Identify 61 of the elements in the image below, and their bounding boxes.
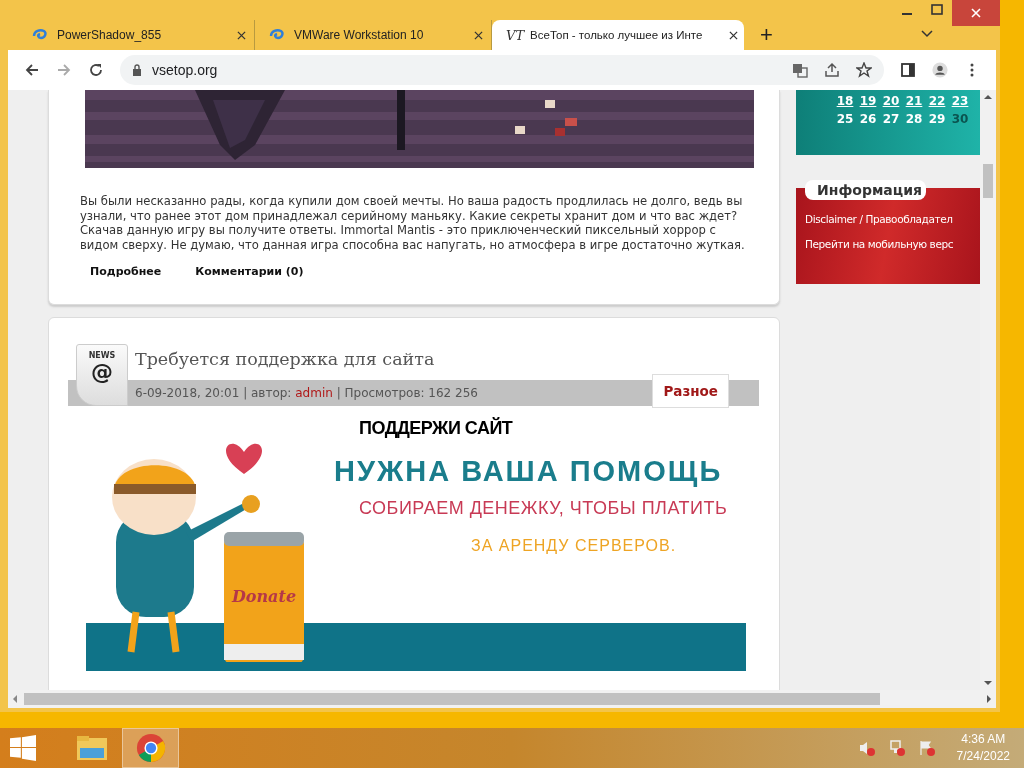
close-icon[interactable] xyxy=(729,30,738,40)
site-logo: VT xyxy=(506,27,525,43)
banner-text: ПОДДЕРЖИ САЙТ xyxy=(359,418,513,439)
new-tab-button[interactable]: + xyxy=(756,22,777,48)
windows-logo-icon[interactable] xyxy=(10,735,36,761)
banner-text: СОБИРАЕМ ДЕНЕЖКУ, ЧТОБЫ ПЛАТИТЬ xyxy=(359,498,728,519)
post-text: Вы были несказанно рады, когда купили дом своей мечты. Но ваша радость продлилась не долго, ведь вы узнали, что ранее этот дом принадлежал серийному маньяку. Какие секреты хранит дом и что вас ждет? Скачав данную игру вы получите ответы. Immortal Mantis - это приключенческий пиксельный хоррор с видом сверху. Не думаю, что данная игра способна вас напугать, но атмосфера в игре достаточно жуткая. xyxy=(80,194,746,252)
author-link[interactable]: admin xyxy=(295,386,333,400)
calendar-day-link[interactable]: 21 xyxy=(905,94,923,108)
close-button[interactable] xyxy=(952,0,1000,26)
chevron-down-icon[interactable] xyxy=(920,30,933,38)
scroll-right-icon[interactable] xyxy=(986,695,992,703)
reload-icon[interactable] xyxy=(88,62,104,78)
sidebar-link[interactable]: Перейти на мобильную верс xyxy=(805,238,980,250)
share-icon[interactable] xyxy=(824,62,840,78)
scroll-left-icon[interactable] xyxy=(12,695,18,703)
profile-icon[interactable] xyxy=(932,62,948,78)
lock-icon xyxy=(132,64,142,76)
post-link[interactable]: Подробнее xyxy=(90,265,162,278)
sidebar-link[interactable]: Disclaimer / Правообладател xyxy=(805,213,980,225)
tab-title: ВсеТоп - только лучшее из Инте xyxy=(530,29,704,41)
news-badge: NEWS @ xyxy=(76,344,128,406)
network-icon[interactable] xyxy=(888,740,905,756)
address-bar[interactable]: vsetop.org xyxy=(120,55,884,85)
flag-icon[interactable] xyxy=(918,740,935,756)
calendar-day: 27 xyxy=(882,112,900,126)
post-meta: 6-09-2018, 20:01 | автор: admin | Просмотров: 162 256 xyxy=(135,386,478,400)
muted-speaker-icon[interactable] xyxy=(858,740,875,756)
calendar-day: 28 xyxy=(905,112,923,126)
close-icon xyxy=(971,8,981,18)
calendar-day: 29 xyxy=(928,112,946,126)
category-tag[interactable]: Разное xyxy=(652,374,729,408)
close-icon[interactable] xyxy=(237,30,246,40)
calendar-day-link[interactable]: 20 xyxy=(882,94,900,108)
clock-time: 4:36 AM xyxy=(961,731,1006,748)
tab-title: VMWare Workstation 10 xyxy=(294,28,425,42)
donation-drawing: Donate xyxy=(96,412,316,662)
calendar-day: 26 xyxy=(859,112,877,126)
clock-date: 7/24/2022 xyxy=(956,748,1010,765)
back-icon[interactable] xyxy=(24,62,40,78)
taskbar-button[interactable] xyxy=(122,728,179,768)
close-icon[interactable] xyxy=(474,30,483,40)
calendar-day: 30 xyxy=(951,112,969,126)
calendar-day-link[interactable]: 19 xyxy=(859,94,877,108)
tab-title: PowerShadow_855 xyxy=(57,28,163,42)
translate-icon[interactable] xyxy=(792,62,808,78)
panel-title: Информация xyxy=(805,180,926,200)
scrollbar-thumb[interactable] xyxy=(983,164,993,198)
browser-icon xyxy=(135,733,166,763)
side-panel-icon[interactable] xyxy=(900,62,916,78)
scroll-up-icon[interactable] xyxy=(984,94,992,100)
banner-text: ЗА АРЕНДУ СЕРВЕРОВ. xyxy=(471,537,677,555)
scroll-down-icon[interactable] xyxy=(984,680,992,686)
calendar-day-link[interactable]: 18 xyxy=(836,94,854,108)
banner-text: НУЖНА ВАША ПОМОЩЬ xyxy=(334,455,723,488)
browser-tab[interactable]: VT ВсеТоп - только лучшее из Инте xyxy=(492,20,744,50)
url-text: vsetop.org xyxy=(152,62,219,78)
horizontal-scrollbar[interactable] xyxy=(8,690,996,708)
star-icon[interactable] xyxy=(856,62,872,78)
post-link[interactable]: Комментарии (0) xyxy=(195,265,304,278)
calendar-day: 25 xyxy=(836,112,854,126)
